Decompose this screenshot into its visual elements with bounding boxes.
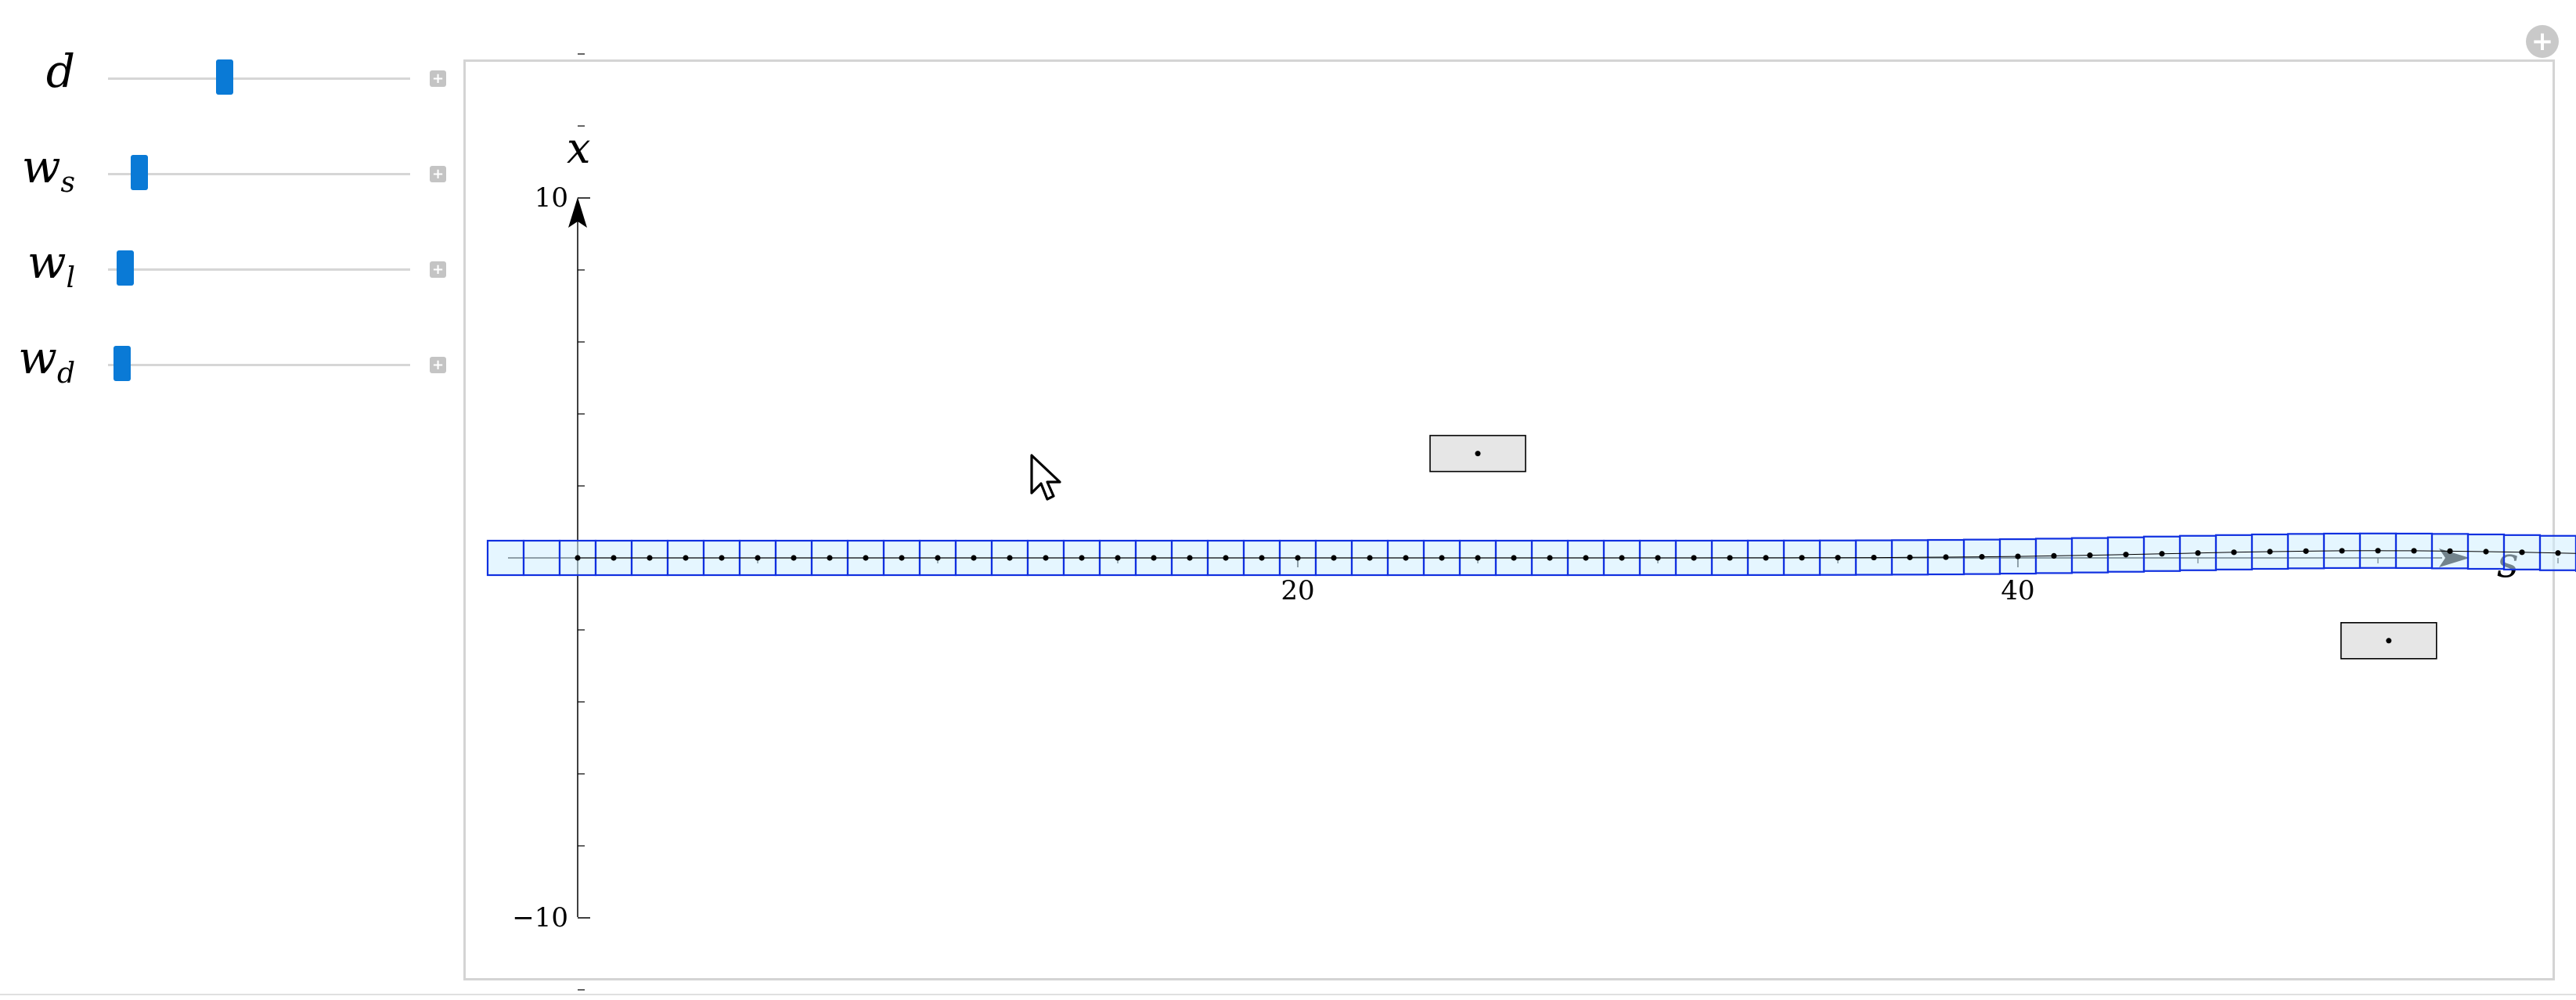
path-ribbon	[486, 532, 2576, 577]
y-tick-label-10: 10	[535, 182, 568, 214]
path-box	[486, 539, 525, 577]
obstacle-center-1	[1475, 451, 1481, 457]
y-tick-label--10: −10	[512, 902, 568, 933]
window-bottom-border	[0, 994, 2576, 995]
x-tick-label-20: 20	[1281, 575, 1314, 606]
y-axis-label: x	[567, 124, 590, 173]
path-box	[522, 539, 561, 577]
x-tick-label-40: 40	[2001, 575, 2034, 606]
plot-area: sx2040608010010−10	[486, 53, 2576, 991]
obstacle-center-3	[2386, 638, 2392, 644]
mouse-pointer-icon	[1030, 454, 1061, 501]
